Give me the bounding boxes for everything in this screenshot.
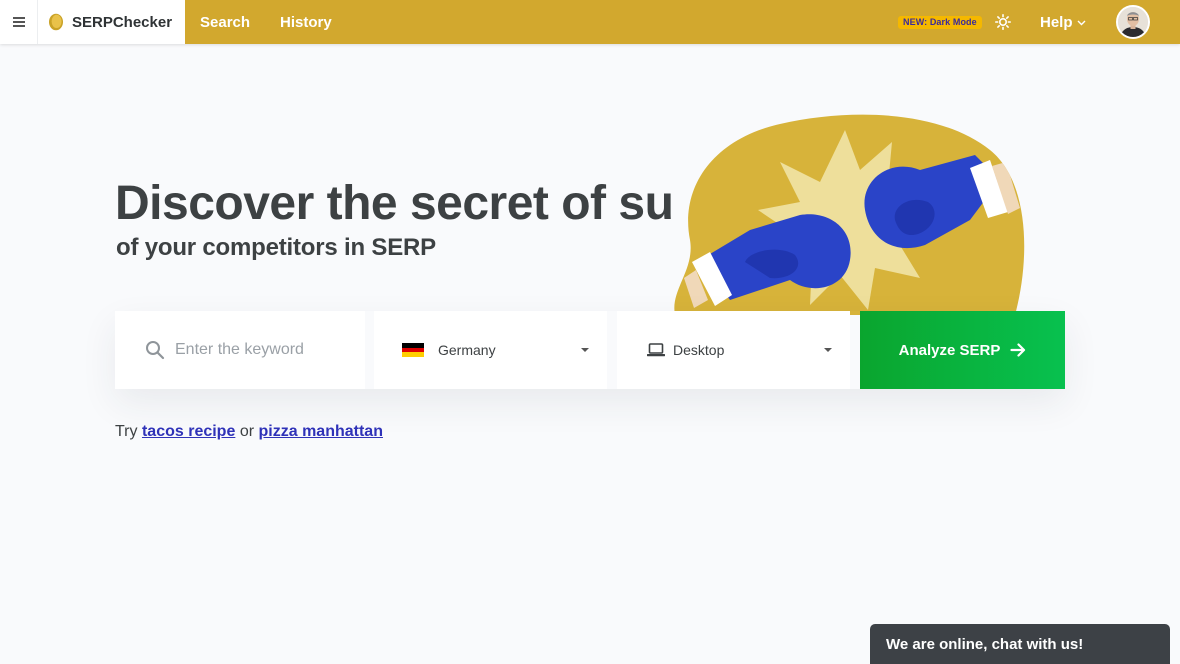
nav-history[interactable]: History bbox=[280, 14, 332, 31]
serp-search-form: Germany Desktop Analyze SERP bbox=[115, 311, 1065, 389]
main-nav: Search History bbox=[200, 0, 332, 44]
analyze-serp-label: Analyze SERP bbox=[898, 341, 1001, 359]
sun-icon[interactable] bbox=[995, 14, 1011, 30]
device-value: Desktop bbox=[673, 342, 725, 358]
page-subtitle: of your competitors in SERP bbox=[116, 234, 436, 261]
dark-mode-badge[interactable]: NEW: Dark Mode bbox=[898, 16, 982, 29]
laptop-icon bbox=[647, 343, 665, 357]
germany-flag-icon bbox=[402, 343, 424, 358]
avatar[interactable] bbox=[1116, 5, 1150, 39]
help-label: Help bbox=[1040, 13, 1073, 31]
search-suggestions: Try tacos recipe or pizza manhattan bbox=[115, 423, 383, 441]
menu-icon[interactable] bbox=[0, 0, 38, 44]
top-navigation-bar: SERPChecker Search History NEW: Dark Mod… bbox=[0, 0, 1180, 44]
arrow-right-icon bbox=[1010, 343, 1026, 357]
country-value: Germany bbox=[438, 342, 496, 358]
live-chat-widget[interactable]: We are online, chat with us! bbox=[870, 624, 1170, 664]
suggestions-prefix: Try bbox=[115, 423, 138, 440]
nav-search[interactable]: Search bbox=[200, 14, 250, 31]
suggestions-joiner: or bbox=[239, 423, 255, 440]
page-title: Discover the secret of su bbox=[115, 177, 674, 230]
country-select[interactable]: Germany bbox=[374, 311, 607, 389]
caret-down-icon bbox=[581, 348, 589, 352]
brand-area: SERPChecker bbox=[0, 0, 185, 44]
search-icon bbox=[146, 341, 165, 360]
app-name[interactable]: SERPChecker bbox=[72, 14, 172, 31]
keyword-field[interactable] bbox=[115, 311, 365, 389]
analyze-serp-button[interactable]: Analyze SERP bbox=[860, 311, 1065, 389]
help-menu[interactable]: Help bbox=[1040, 0, 1086, 44]
keyword-input[interactable] bbox=[175, 341, 350, 359]
suggestion-link-pizza[interactable]: pizza manhattan bbox=[259, 423, 383, 440]
boxing-gloves-illustration bbox=[674, 114, 1025, 315]
suggestion-link-tacos[interactable]: tacos recipe bbox=[142, 423, 235, 440]
coin-logo-icon[interactable] bbox=[48, 13, 64, 31]
avatar-image bbox=[1118, 7, 1148, 37]
device-select[interactable]: Desktop bbox=[617, 311, 850, 389]
chevron-down-icon bbox=[1077, 20, 1086, 26]
caret-down-icon bbox=[824, 348, 832, 352]
chat-label: We are online, chat with us! bbox=[886, 636, 1084, 653]
